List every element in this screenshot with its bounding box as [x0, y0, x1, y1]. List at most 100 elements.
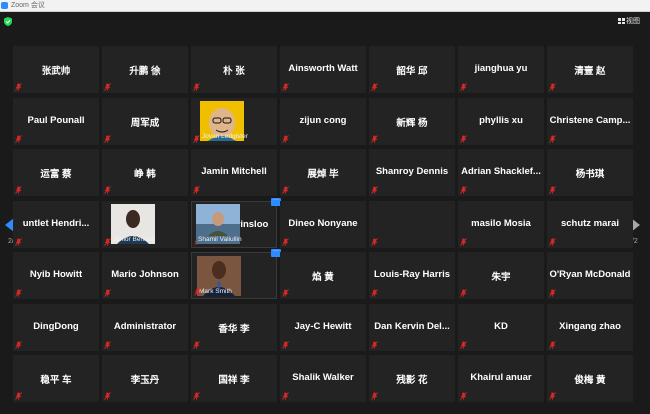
participant-tile[interactable]: Adrian Shacklef...: [458, 149, 544, 196]
participant-tile[interactable]: 新辉 杨: [369, 97, 455, 145]
muted-mic-icon: [15, 392, 22, 400]
muted-mic-icon: [282, 289, 289, 297]
participant-tile[interactable]: 稳平 车: [13, 355, 99, 402]
muted-mic-icon: [460, 289, 467, 297]
participant-tile[interactable]: 香华 李: [191, 303, 277, 351]
participant-tile[interactable]: jianghua yu: [458, 46, 544, 93]
participant-tile[interactable]: Paul Pounall: [13, 97, 99, 145]
participant-tile[interactable]: Louis-Ray Harris: [369, 252, 455, 299]
participant-tile[interactable]: 李玉丹: [102, 355, 188, 402]
shield-icon[interactable]: [4, 17, 12, 26]
participant-tile[interactable]: Ainsworth Watt: [280, 46, 366, 93]
participant-tile[interactable]: 杨书琪: [547, 149, 633, 196]
participant-tile[interactable]: 展焯 毕: [280, 149, 366, 196]
muted-mic-icon: [460, 186, 467, 194]
participant-tile[interactable]: Christene Camp...: [547, 97, 633, 145]
participant-tile[interactable]: Mark Smith ···: [191, 248, 281, 299]
muted-mic-icon: [460, 83, 467, 91]
muted-mic-icon: [104, 83, 111, 91]
participant-name: Christene Camp...: [549, 114, 631, 126]
participant-name: 韶华 邱: [396, 66, 428, 77]
muted-mic-icon: [193, 83, 200, 91]
participant-tile[interactable]: 运富 蔡: [13, 149, 99, 196]
participant-tile[interactable]: Khairul anuar: [458, 355, 544, 402]
muted-mic-icon: [193, 392, 200, 400]
participant-tile[interactable]: 韶华 邱: [369, 46, 455, 93]
participant-tile[interactable]: masilo Mosia: [458, 200, 544, 248]
view-button[interactable]: 视图: [618, 16, 640, 26]
participant-name: Dan Kervin Del...: [374, 320, 450, 332]
participant-name-label: Jovan Ledgister: [202, 132, 248, 140]
participant-tile[interactable]: 周军成: [102, 97, 188, 145]
participant-name: 周军成: [130, 117, 160, 129]
muted-mic-icon: [549, 237, 556, 246]
participant-name-label: Junior Bennett: [113, 235, 155, 243]
participant-name: 朱宇: [491, 272, 511, 283]
participant-tile[interactable]: 朱宇: [458, 252, 544, 299]
muted-mic-icon: [460, 237, 467, 246]
muted-mic-icon: [371, 340, 378, 349]
participant-name: 展焯 毕: [307, 169, 339, 180]
participant-name: 焰 黄: [312, 272, 334, 283]
muted-mic-icon: [193, 340, 200, 349]
participant-tile[interactable]: 张武帅: [13, 46, 99, 93]
participant-tile[interactable]: DingDong: [13, 303, 99, 351]
participant-tile[interactable]: Administrator: [102, 303, 188, 351]
muted-mic-icon: [193, 186, 200, 194]
participant-tile[interactable]: Dineo Nonyane: [280, 200, 366, 248]
muted-mic-icon: [282, 237, 289, 246]
muted-mic-icon: [282, 392, 289, 400]
participant-tile[interactable]: phyllis xu: [458, 97, 544, 145]
muted-mic-icon: [104, 289, 111, 297]
participant-tile[interactable]: Jovan Ledgister: [191, 97, 277, 145]
participant-name: schutz marai: [560, 217, 620, 229]
participant-name: Jamin Mitchell: [201, 166, 267, 177]
participant-tile[interactable]: Mario Johnson: [102, 252, 188, 299]
participant-name: 残影 花: [396, 375, 428, 386]
participant-tile[interactable]: Jamin Mitchell: [191, 149, 277, 196]
video-grid: 张武帅 升鹏 徐 朴 张 Ainsworth Watt 韶华 邱 jianghua yu 清…: [13, 46, 633, 408]
participant-tile[interactable]: 焰 黄: [280, 252, 366, 299]
participant-name: Louis-Ray Harris: [373, 269, 451, 280]
participant-tile[interactable]: Nyib Howitt: [13, 252, 99, 299]
participant-tile[interactable]: 俊梅 黄: [547, 355, 633, 402]
participant-tile[interactable]: Shamil Valiullin: [196, 200, 455, 248]
participant-tile[interactable]: Xingang zhao: [547, 303, 633, 351]
participant-tile[interactable]: 朴 张: [191, 46, 277, 93]
muted-mic-icon: [282, 186, 289, 194]
muted-mic-icon: [549, 392, 556, 400]
participant-tile[interactable]: Shalik Walker: [280, 355, 366, 402]
muted-mic-icon: [104, 186, 111, 194]
participant-tile[interactable]: 峥 韩: [102, 149, 188, 196]
participant-tile[interactable]: Jay-C Hewitt: [280, 303, 366, 351]
muted-mic-icon: [282, 134, 289, 143]
participant-tile[interactable]: KD: [458, 303, 544, 351]
title-bar: Zoom 会议: [0, 0, 650, 12]
participant-tile[interactable]: 残影 花: [369, 355, 455, 402]
participant-tile[interactable]: Junior Bennett: [102, 200, 188, 248]
participant-name: 杨书琪: [575, 169, 605, 180]
participant-tile[interactable]: 升鹏 徐: [102, 46, 188, 93]
participant-name: masilo Mosia: [471, 217, 531, 229]
grid-view-icon: [618, 18, 625, 24]
muted-mic-icon: [104, 340, 111, 349]
participant-name: Ainsworth Watt: [288, 63, 358, 74]
muted-mic-icon: [549, 289, 556, 297]
participant-name: DingDong: [33, 320, 79, 332]
participant-tile[interactable]: Shanroy Dennis: [369, 149, 455, 196]
muted-mic-icon: [371, 392, 378, 400]
participant-tile[interactable]: 国祥 李: [191, 355, 277, 402]
participant-tile[interactable]: Dan Kervin Del...: [369, 303, 455, 351]
participant-tile[interactable]: zijun cong: [280, 97, 366, 145]
view-label: 视图: [626, 18, 640, 25]
muted-mic-icon: [194, 288, 201, 296]
participant-name: 升鹏 徐: [129, 66, 161, 77]
participant-tile[interactable]: schutz marai: [547, 200, 633, 248]
participant-tile[interactable]: untlet Hendri...: [13, 200, 99, 248]
participant-tile[interactable]: 清壹 赵: [547, 46, 633, 93]
participant-name: Paul Pounall: [27, 114, 85, 126]
participant-tile[interactable]: O'Ryan McDonald: [547, 252, 633, 299]
participant-name: Nyib Howitt: [29, 269, 83, 280]
participant-name-label: Mark Smith: [199, 288, 232, 295]
participant-name: 峥 韩: [134, 169, 156, 180]
